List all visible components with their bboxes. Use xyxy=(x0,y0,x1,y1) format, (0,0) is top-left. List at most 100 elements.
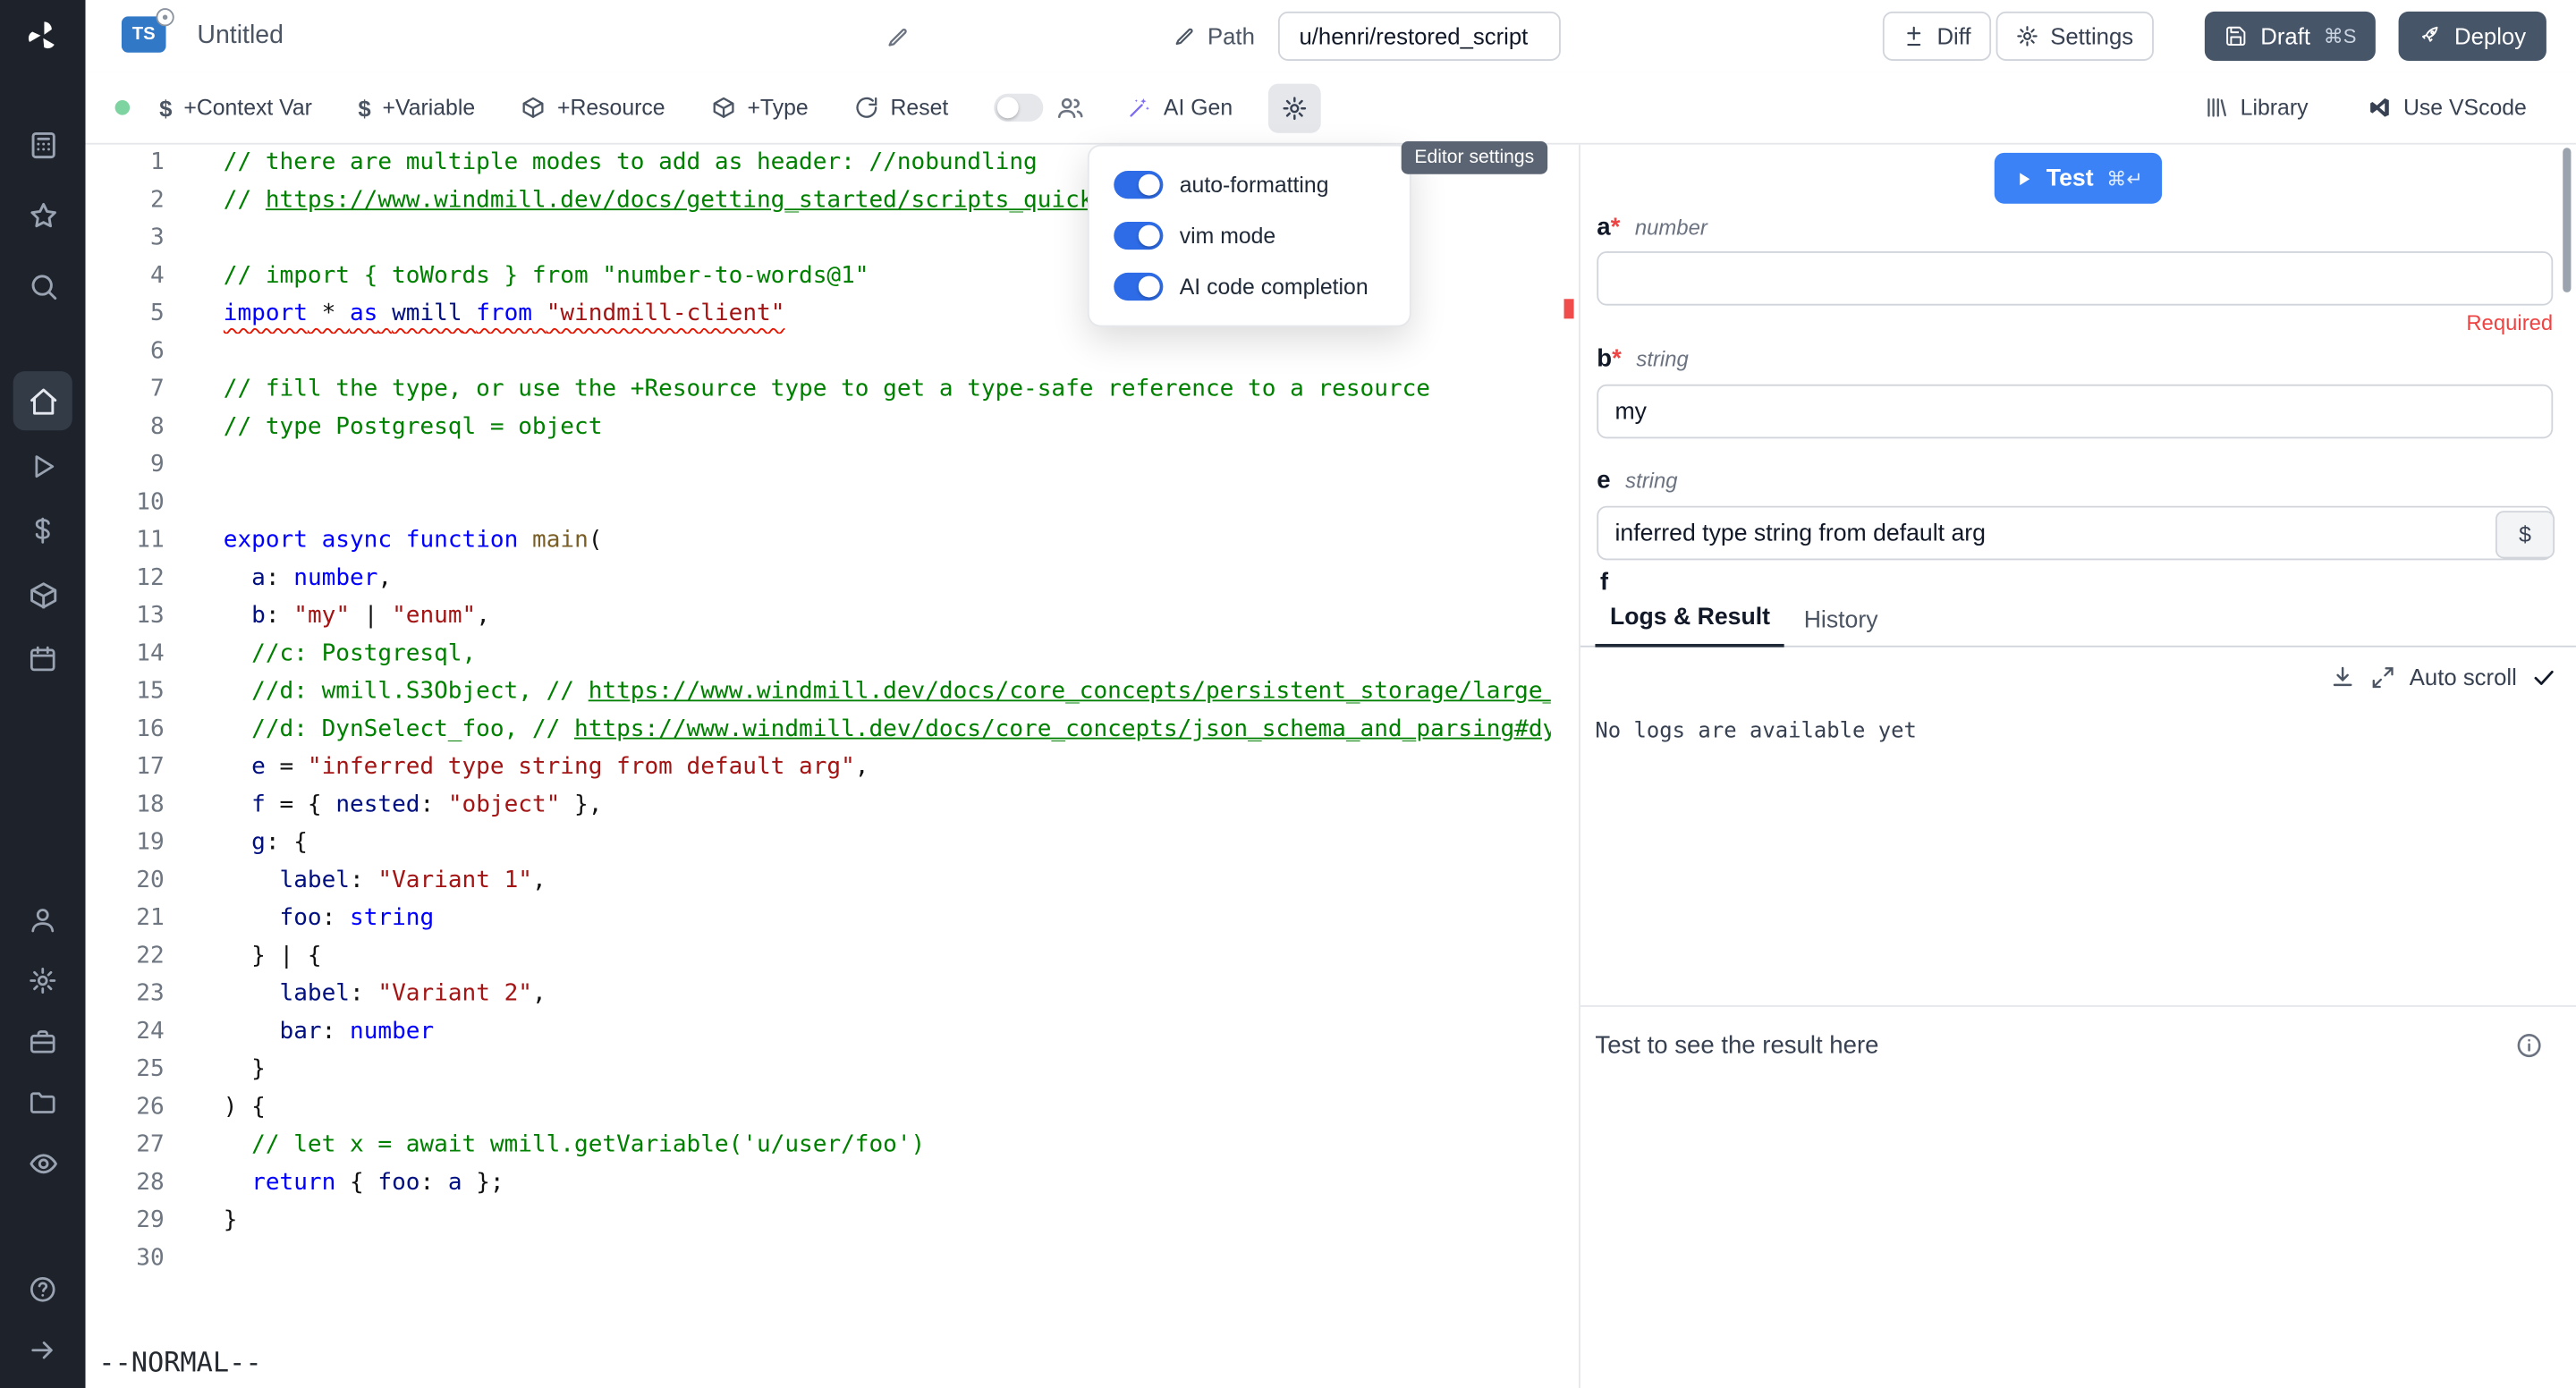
folders-icon[interactable] xyxy=(21,1081,64,1124)
package-icon xyxy=(521,96,547,121)
toggle-switch[interactable] xyxy=(1114,222,1163,250)
code-line[interactable]: e = "inferred type string from default a… xyxy=(224,749,1551,787)
use-vscode-button[interactable]: Use VScode xyxy=(2368,96,2527,121)
star-icon[interactable] xyxy=(21,194,64,237)
language-badge[interactable]: TS xyxy=(122,16,166,52)
calculator-icon[interactable] xyxy=(21,123,64,166)
panel-scrollbar[interactable] xyxy=(2563,148,2571,292)
tab-history[interactable]: History xyxy=(1789,593,1893,647)
variables-dollar-icon[interactable] xyxy=(21,509,64,552)
runs-play-icon[interactable] xyxy=(21,445,64,488)
dollar-icon: $ xyxy=(358,95,370,121)
user-icon[interactable] xyxy=(21,899,64,942)
save-icon xyxy=(2224,25,2248,48)
multiplayer-toggle[interactable] xyxy=(995,94,1044,122)
editor-setting-row: AI code completion xyxy=(1089,261,1410,312)
edit-title-pencil-icon[interactable] xyxy=(886,25,911,50)
library-button[interactable]: Library xyxy=(2204,96,2308,121)
line-number: 28 xyxy=(86,1164,165,1202)
field-a-input[interactable] xyxy=(1597,251,2553,306)
code-line[interactable]: // type Postgresql = object xyxy=(224,409,1551,446)
path-button[interactable]: Path xyxy=(1157,12,1271,61)
toggle-switch[interactable] xyxy=(1114,171,1163,199)
resources-package-icon[interactable] xyxy=(21,573,64,616)
info-icon[interactable] xyxy=(2515,1031,2543,1059)
logs-result-divider[interactable] xyxy=(1580,1005,2576,1007)
settings-button[interactable]: Settings xyxy=(1996,12,2154,61)
collapse-arrow-icon[interactable] xyxy=(21,1329,64,1372)
add-variable-button[interactable]: $ +Variable xyxy=(358,95,475,121)
code-line[interactable]: a: number, xyxy=(224,560,1551,597)
field-b-type: string xyxy=(1636,347,1688,372)
code-line[interactable]: f = { nested: "object" }, xyxy=(224,787,1551,825)
language-settings-dot-icon[interactable] xyxy=(156,8,174,26)
field-b-input[interactable] xyxy=(1597,385,2553,439)
code-editor[interactable]: 1234567891011121314151617181920212223242… xyxy=(86,145,1580,1388)
code-line[interactable]: bar: number xyxy=(224,1013,1551,1051)
library-icon xyxy=(2204,96,2229,121)
play-icon xyxy=(2013,168,2033,188)
run-preview-panel: Test ⌘↵ a* number Required b* string e s… xyxy=(1580,145,2576,1388)
code-line[interactable]: return { foo: a }; xyxy=(224,1164,1551,1202)
audit-eye-icon[interactable] xyxy=(21,1142,64,1185)
code-line[interactable] xyxy=(224,447,1551,485)
line-number: 14 xyxy=(86,636,165,673)
settings-gear-icon[interactable] xyxy=(21,960,64,1003)
settings-label: Settings xyxy=(2050,23,2133,49)
code-line[interactable]: //d: DynSelect_foo, // https://www.windm… xyxy=(224,711,1551,749)
code-line[interactable] xyxy=(224,334,1551,371)
code-line[interactable]: // let x = await wmill.getVariable('u/us… xyxy=(224,1127,1551,1164)
home-icon[interactable] xyxy=(13,371,72,430)
code-line[interactable]: ) { xyxy=(224,1089,1551,1127)
code-line[interactable]: label: "Variant 2", xyxy=(224,976,1551,1013)
reset-button[interactable]: Reset xyxy=(854,96,948,121)
search-icon[interactable] xyxy=(21,265,64,308)
code-line[interactable]: // fill the type, or use the +Resource t… xyxy=(224,371,1551,409)
diff-button[interactable]: Diff xyxy=(1883,12,1991,61)
line-number: 12 xyxy=(86,560,165,597)
add-type-button[interactable]: +Type xyxy=(711,96,809,121)
panel-divider[interactable] xyxy=(1579,145,1580,1388)
line-number: 13 xyxy=(86,598,165,636)
ai-gen-button[interactable]: AI Gen xyxy=(1128,96,1233,121)
path-group: Path u/henri/restored_script xyxy=(1157,12,1560,61)
expand-icon[interactable] xyxy=(2370,664,2395,690)
add-context-var-button[interactable]: $ +Context Var xyxy=(159,95,312,121)
code-line[interactable] xyxy=(224,1240,1551,1278)
download-icon[interactable] xyxy=(2329,664,2355,690)
path-value[interactable]: u/henri/restored_script xyxy=(1278,12,1561,61)
code-line[interactable]: g: { xyxy=(224,825,1551,862)
tab-logs-result[interactable]: Logs & Result xyxy=(1595,589,1784,647)
add-resource-button[interactable]: +Resource xyxy=(521,96,665,121)
setting-label: vim mode xyxy=(1180,224,1275,249)
draft-label: Draft xyxy=(2260,23,2310,49)
deploy-button[interactable]: Deploy xyxy=(2399,12,2546,61)
line-number: 16 xyxy=(86,711,165,749)
line-number: 27 xyxy=(86,1127,165,1164)
windmill-logo-icon[interactable] xyxy=(20,13,65,59)
code-line[interactable]: export async function main( xyxy=(224,522,1551,560)
gear-icon xyxy=(2016,25,2039,48)
code-line[interactable]: b: "my" | "enum", xyxy=(224,598,1551,636)
test-button[interactable]: Test ⌘↵ xyxy=(1995,153,2162,204)
field-a-required: Required xyxy=(2466,310,2553,335)
check-icon[interactable] xyxy=(2531,664,2556,690)
code-line[interactable]: } | { xyxy=(224,938,1551,976)
code-line[interactable]: foo: string xyxy=(224,901,1551,938)
code-line[interactable]: } xyxy=(224,1051,1551,1088)
variable-picker-button[interactable]: $ xyxy=(2496,511,2555,558)
code-line[interactable]: //d: wmill.S3Object, // https://www.wind… xyxy=(224,673,1551,711)
field-e-input[interactable] xyxy=(1597,506,2553,561)
draft-button[interactable]: Draft ⌘S xyxy=(2205,12,2377,61)
workers-briefcase-icon[interactable] xyxy=(21,1020,64,1063)
code-line[interactable]: //c: Postgresql, xyxy=(224,636,1551,673)
editor-setting-row: auto-formatting xyxy=(1089,159,1410,210)
help-icon[interactable] xyxy=(21,1268,64,1311)
editor-settings-button[interactable] xyxy=(1269,83,1322,132)
toggle-switch[interactable] xyxy=(1114,273,1163,300)
schedules-calendar-icon[interactable] xyxy=(21,638,64,681)
code-line[interactable] xyxy=(224,485,1551,522)
code-line[interactable]: label: "Variant 1", xyxy=(224,862,1551,900)
code-line[interactable]: } xyxy=(224,1202,1551,1240)
auto-scroll-label[interactable]: Auto scroll xyxy=(2410,664,2517,690)
